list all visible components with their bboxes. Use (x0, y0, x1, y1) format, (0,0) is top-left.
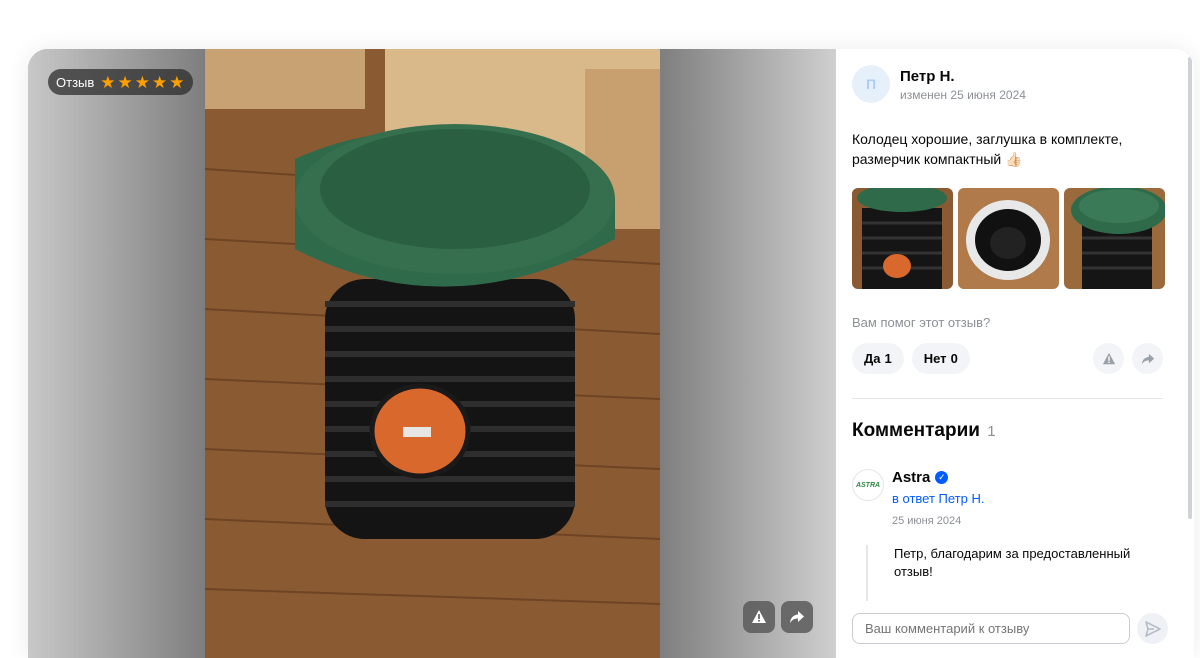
brand-logo: ASTRA (852, 469, 884, 501)
star-icon: ★ (117, 72, 133, 92)
comments-title: Комментарии (852, 420, 980, 441)
media-viewer[interactable]: Отзыв ★ ★ ★ ★ ★ (28, 49, 836, 658)
photo-blur-right (659, 49, 836, 658)
comments-heading: Комментарии 1 (852, 420, 996, 442)
review-text: Колодец хорошие, заглушка в комплекте, р… (852, 131, 1123, 167)
review-thumbnails (852, 188, 1165, 289)
comment-text: Петр, благодарим за предоставленный отзы… (866, 545, 1166, 601)
comment-author: Astra ✓ (892, 469, 984, 486)
review-photo (205, 49, 660, 658)
review-date: изменен 25 июня 2024 (900, 88, 1026, 102)
warning-icon (1102, 352, 1115, 364)
comment-input[interactable] (852, 613, 1130, 644)
photo-report-button[interactable] (743, 601, 775, 633)
vote-yes-button[interactable]: Да 1 (852, 343, 904, 374)
review-author: П Петр Н. изменен 25 июня 2024 (852, 65, 1026, 103)
star-icon: ★ (152, 72, 168, 92)
share-review-button[interactable] (1132, 343, 1163, 374)
share-arrow-icon (790, 611, 804, 623)
panel-scrollbar[interactable] (1188, 57, 1192, 519)
comments-count: 1 (987, 423, 996, 440)
helpful-question: Вам помог этот отзыв? (852, 315, 991, 330)
send-icon (1144, 620, 1161, 637)
brand-logo-text: ASTRA (855, 481, 881, 489)
share-arrow-icon (1141, 353, 1154, 364)
star-icon: ★ (100, 72, 116, 92)
photo-share-button[interactable] (781, 601, 813, 633)
comment-item: ASTRA Astra ✓ в ответ Петр Н. 25 июня 20… (852, 469, 984, 527)
vote-no-button[interactable]: Нет 0 (911, 343, 970, 374)
photo-blur-left (28, 49, 205, 658)
star-icon: ★ (134, 72, 151, 92)
thumbnail-3[interactable] (1064, 188, 1165, 289)
review-modal: Отзыв ★ ★ ★ ★ ★ П Петр Н. изменен 25 июн… (28, 49, 1194, 658)
avatar: П (852, 65, 890, 103)
badge-label: Отзыв (56, 74, 95, 90)
rating-badge: Отзыв ★ ★ ★ ★ ★ (48, 69, 193, 95)
vote-no-count: 0 (950, 351, 958, 366)
in-reply-link[interactable]: в ответ Петр Н. (892, 491, 984, 506)
thumbnail-1[interactable] (852, 188, 953, 289)
verified-check-icon: ✓ (935, 471, 949, 484)
comment-date: 25 июня 2024 (892, 515, 962, 527)
report-review-button[interactable] (1093, 343, 1124, 374)
rating-stars: ★ ★ ★ ★ ★ (100, 74, 184, 91)
vote-yes-count: 1 (884, 351, 892, 366)
warning-icon (752, 610, 766, 623)
thumbnail-2[interactable] (958, 188, 1059, 289)
author-name: Петр Н. (900, 68, 955, 85)
divider (852, 398, 1163, 399)
star-icon: ★ (169, 72, 185, 92)
comment-author-name: Astra (892, 469, 931, 486)
review-panel: П Петр Н. изменен 25 июня 2024 Колодец х… (836, 49, 1194, 658)
send-comment-button[interactable] (1137, 613, 1168, 644)
vote-yes-label: Да (864, 351, 881, 366)
vote-no-label: Нет (923, 351, 947, 366)
helpful-votes: Да 1 Нет 0 (852, 343, 1163, 374)
